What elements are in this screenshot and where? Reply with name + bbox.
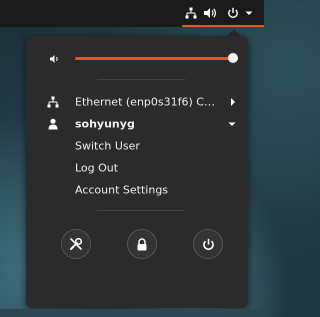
network-wired-icon[interactable] xyxy=(183,5,199,21)
settings-tools-icon xyxy=(69,237,83,251)
power-icon[interactable] xyxy=(225,5,241,21)
chevron-down-icon xyxy=(225,117,239,131)
switch-user-item[interactable]: Switch User xyxy=(26,135,248,157)
network-label: Ethernet (enp0s31f6) C… xyxy=(75,95,215,109)
chevron-right-icon xyxy=(226,95,240,109)
volume-icon[interactable] xyxy=(202,5,218,21)
network-wired-icon xyxy=(46,95,60,109)
menu-item-label: Switch User xyxy=(75,139,140,153)
lock-icon xyxy=(136,237,148,251)
top-panel xyxy=(0,0,264,27)
user-icon xyxy=(46,117,60,131)
user-name: sohyunyg xyxy=(75,117,135,131)
account-settings-item[interactable]: Account Settings xyxy=(26,179,248,201)
log-out-item[interactable]: Log Out xyxy=(26,157,248,179)
lock-button[interactable] xyxy=(127,229,157,259)
separator xyxy=(97,210,185,211)
chevron-down-icon[interactable] xyxy=(241,5,257,21)
menu-item-label: Account Settings xyxy=(75,183,169,197)
settings-button[interactable] xyxy=(61,229,91,259)
network-row[interactable]: Ethernet (enp0s31f6) C… xyxy=(26,91,248,113)
menu-item-label: Log Out xyxy=(75,161,119,175)
user-row[interactable]: sohyunyg xyxy=(26,113,248,135)
power-off-button[interactable] xyxy=(193,229,223,259)
separator xyxy=(97,79,185,80)
power-icon xyxy=(202,238,215,251)
system-menu: Ethernet (enp0s31f6) C… sohyunyg Switch … xyxy=(26,36,248,308)
speaker-icon xyxy=(48,52,62,66)
desktop-background xyxy=(0,309,264,317)
volume-slider[interactable] xyxy=(75,57,233,60)
volume-slider-handle[interactable] xyxy=(228,53,238,63)
active-indicator xyxy=(182,25,264,27)
